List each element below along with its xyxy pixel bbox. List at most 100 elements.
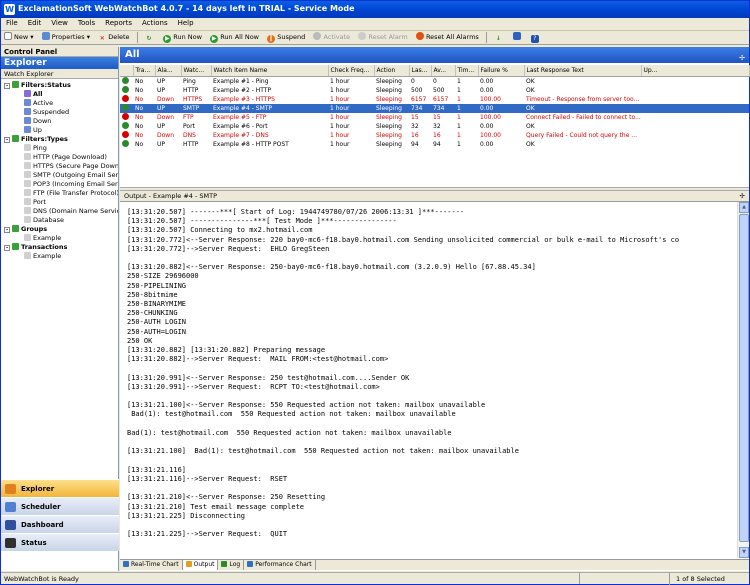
- collapse-icon[interactable]: -: [4, 83, 10, 89]
- run-all-now-button[interactable]: ▶ Run All Now: [207, 31, 262, 44]
- table-row[interactable]: No UP Port Example #6 - Port 1 hour Sleeping 3…: [120, 121, 749, 131]
- col-icon[interactable]: [120, 65, 134, 77]
- log-text: [13:31:20.507] -------***[ Start of Log:…: [127, 208, 680, 539]
- menu-actions[interactable]: Actions: [137, 18, 173, 28]
- scroll-thumb[interactable]: [739, 214, 749, 542]
- tree-node-smtp[interactable]: SMTP (Outgoing Email Server): [24, 171, 118, 180]
- collapse-icon[interactable]: -: [4, 245, 10, 251]
- tree-label: SMTP (Outgoing Email Server): [33, 171, 118, 179]
- new-button[interactable]: New ▾: [1, 31, 37, 44]
- all-icon: [24, 90, 31, 97]
- tree-node-https[interactable]: HTTPS (Secure Page Download): [24, 162, 118, 171]
- menu-tools[interactable]: Tools: [73, 18, 100, 28]
- collapse-icon[interactable]: -: [4, 137, 10, 143]
- col-header[interactable]: Watc...: [181, 65, 212, 77]
- table-row[interactable]: No UP SMTP Example #4 - SMTP 1 hour Sleeping 7…: [120, 103, 749, 113]
- table-row[interactable]: No UP Ping Example #1 - Ping 1 hour Sleeping 0…: [120, 76, 749, 86]
- tree-node-filters-types[interactable]: - Filters:Types: [4, 135, 68, 144]
- tree-node-groups[interactable]: - Groups: [4, 225, 47, 234]
- table-row[interactable]: No Down FTP Example #5 - FTP 1 hour Sleeping 1…: [120, 112, 749, 122]
- pin-icon[interactable]: ✢: [739, 50, 745, 66]
- activate-button[interactable]: Activate: [310, 31, 353, 44]
- save-button[interactable]: [510, 31, 526, 44]
- table-cell: Sleeping: [376, 95, 402, 103]
- tree-node-active[interactable]: Active: [24, 99, 53, 108]
- table-cell: 100.00: [480, 113, 501, 121]
- col-header[interactable]: Failure %: [478, 65, 525, 77]
- suspend-button[interactable]: ‖ Suspend: [264, 31, 308, 44]
- tab-performance-chart[interactable]: Performance Chart: [244, 560, 316, 570]
- nav-status[interactable]: Status: [1, 533, 119, 551]
- nav-scheduler[interactable]: Scheduler: [1, 497, 119, 515]
- download-button[interactable]: ↓: [491, 31, 507, 44]
- tree-node-transaction-example[interactable]: Example: [24, 252, 61, 261]
- tree-node-pop3[interactable]: POP3 (Incoming Email Server): [24, 180, 118, 189]
- col-header[interactable]: Ala...: [155, 65, 182, 77]
- scroll-up-icon[interactable]: ▲: [739, 202, 749, 213]
- table-body: No UP Ping Example #1 - Ping 1 hour Sleeping 0…: [120, 76, 749, 149]
- table-row[interactable]: No UP HTTP Example #8 - HTTP POST 1 hour Slee…: [120, 139, 749, 149]
- vertical-scrollbar[interactable]: ▲ ▼: [737, 202, 749, 558]
- pin-icon[interactable]: ✢: [740, 191, 745, 202]
- table-row[interactable]: No Down DNS Example #7 - DNS 1 hour Sleeping 1…: [120, 130, 749, 140]
- tab-real-time-chart[interactable]: Real-Time Chart: [120, 560, 183, 570]
- col-header[interactable]: Av...: [431, 65, 456, 77]
- tree-node-group-example[interactable]: Example: [24, 234, 61, 243]
- tree-node-port[interactable]: Port: [24, 198, 46, 207]
- scroll-down-icon[interactable]: ▼: [739, 547, 749, 558]
- menu-edit[interactable]: Edit: [23, 18, 47, 28]
- toolbar: New ▾ Properties ▾ ✕ Delete ↻ ▶ Run Now ▶ R…: [1, 31, 749, 45]
- tree-node-transactions[interactable]: - Transactions: [4, 243, 67, 252]
- tree-node-database[interactable]: Database: [24, 216, 64, 225]
- help-button[interactable]: ?: [528, 31, 544, 44]
- chart-icon: [123, 561, 129, 567]
- tab-log[interactable]: Log: [218, 560, 245, 570]
- tree-node-all[interactable]: All: [24, 90, 43, 99]
- menu-reports[interactable]: Reports: [100, 18, 137, 28]
- run-now-button[interactable]: ▶ Run Now: [160, 31, 205, 44]
- col-header[interactable]: Watch Item Name: [211, 65, 329, 77]
- tree-node-filters-status[interactable]: - Filters:Status: [4, 81, 71, 90]
- app-icon: W: [4, 4, 15, 15]
- col-header[interactable]: Tim...: [455, 65, 479, 77]
- table-row[interactable]: No Down HTTPS Example #3 - HTTPS 1 hour Sleep…: [120, 94, 749, 104]
- https-icon: [24, 162, 31, 169]
- table-cell: 1 hour: [330, 113, 350, 121]
- menu-view[interactable]: View: [46, 18, 73, 28]
- refresh-button[interactable]: ↻: [142, 31, 158, 44]
- tree-node-http[interactable]: HTTP (Page Download): [24, 153, 107, 162]
- tree-node-ping[interactable]: Ping: [24, 144, 47, 153]
- reset-alarm-button[interactable]: Reset Alarm: [355, 31, 410, 44]
- tree-node-up[interactable]: Up: [24, 126, 42, 135]
- col-header[interactable]: Check Freq...: [328, 65, 375, 77]
- properties-button[interactable]: Properties ▾: [39, 31, 93, 44]
- nav-explorer[interactable]: Explorer: [1, 479, 119, 497]
- table-row[interactable]: No UP HTTP Example #2 - HTTP 1 hour Sleeping 5…: [120, 85, 749, 95]
- col-header[interactable]: Las...: [409, 65, 432, 77]
- tree-node-ftp[interactable]: FTP (File Transfer Protocol): [24, 189, 118, 198]
- table-cell: 1: [455, 103, 478, 113]
- tab-output[interactable]: Output: [182, 560, 219, 570]
- col-header[interactable]: Last Response Text: [524, 65, 642, 77]
- row-status-cell: [120, 121, 133, 131]
- col-header[interactable]: Action: [374, 65, 410, 77]
- menu-file[interactable]: File: [1, 18, 23, 28]
- menu-help[interactable]: Help: [173, 18, 199, 28]
- filter-icon: [12, 81, 19, 88]
- nav-dashboard[interactable]: Dashboard: [1, 515, 119, 533]
- tree-label: Port: [33, 198, 46, 206]
- collapse-icon[interactable]: -: [4, 227, 10, 233]
- tree-node-suspended[interactable]: Suspended: [24, 108, 69, 117]
- col-header[interactable]: Tra...: [133, 65, 156, 77]
- row-status-cell: [120, 112, 133, 122]
- table-cell: [641, 140, 749, 149]
- tree-node-dns[interactable]: DNS (Domain Name Service): [24, 207, 118, 216]
- table-cell: 0.00: [480, 122, 494, 130]
- reset-all-alarms-button[interactable]: Reset All Alarms: [413, 31, 482, 44]
- tree-label: Filters:Types: [21, 135, 68, 143]
- col-header[interactable]: Up...: [641, 65, 750, 77]
- tree-node-down[interactable]: Down: [24, 117, 51, 126]
- table-cell: [641, 122, 749, 131]
- reset-alarm-icon: [358, 32, 367, 40]
- delete-button[interactable]: ✕ Delete: [95, 31, 132, 44]
